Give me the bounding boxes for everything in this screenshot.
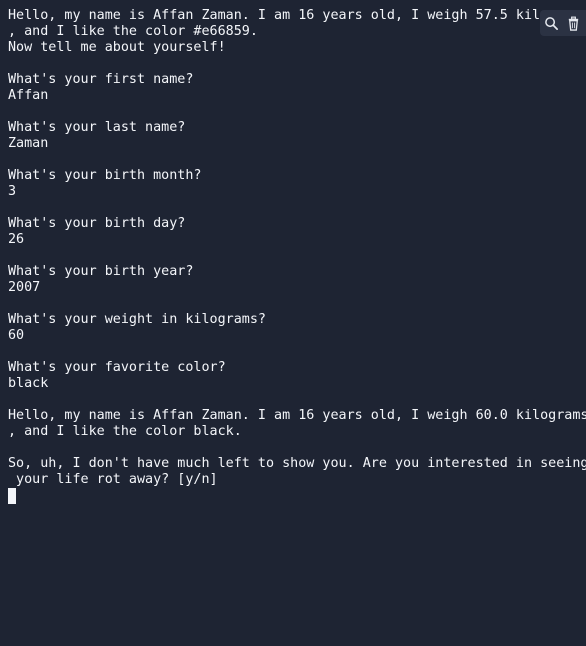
- console-line: , and I like the color #e66859.: [8, 24, 258, 39]
- console-line: 2007: [8, 280, 41, 295]
- trash-icon: [568, 16, 578, 31]
- console-line: , and I like the color black.: [8, 424, 242, 439]
- console-input-line[interactable]: [8, 488, 586, 504]
- text-cursor: [8, 488, 16, 504]
- console-line: What's your birth year?: [8, 264, 194, 279]
- console-line: What's your birth day?: [8, 216, 186, 231]
- console-output[interactable]: Hello, my name is Affan Zaman. I am 16 y…: [8, 8, 586, 504]
- console-line: What's your weight in kilograms?: [8, 312, 266, 327]
- console-line: your life rot away? [y/n]: [8, 472, 218, 487]
- search-icon: [544, 16, 558, 30]
- console-line: So, uh, I don't have much left to show y…: [8, 456, 586, 471]
- console-toolbar: [540, 10, 586, 36]
- console-line: 26: [8, 232, 25, 247]
- console-line: What's your favorite color?: [8, 360, 226, 375]
- clear-console-button[interactable]: [564, 14, 582, 32]
- search-button[interactable]: [542, 14, 560, 32]
- terminal-window[interactable]: Hello, my name is Affan Zaman. I am 16 y…: [0, 0, 586, 646]
- console-line: What's your first name?: [8, 72, 194, 87]
- console-line: 3: [8, 184, 17, 199]
- console-line: What's your last name?: [8, 120, 186, 135]
- console-line: Hello, my name is Affan Zaman. I am 16 y…: [8, 8, 586, 23]
- console-line: What's your birth month?: [8, 168, 202, 183]
- console-line: Affan: [8, 88, 49, 103]
- console-line: Now tell me about yourself!: [8, 40, 226, 55]
- console-line: Hello, my name is Affan Zaman. I am 16 y…: [8, 408, 586, 423]
- console-line: 60: [8, 328, 25, 343]
- console-line: Zaman: [8, 136, 49, 151]
- console-line: black: [8, 376, 49, 391]
